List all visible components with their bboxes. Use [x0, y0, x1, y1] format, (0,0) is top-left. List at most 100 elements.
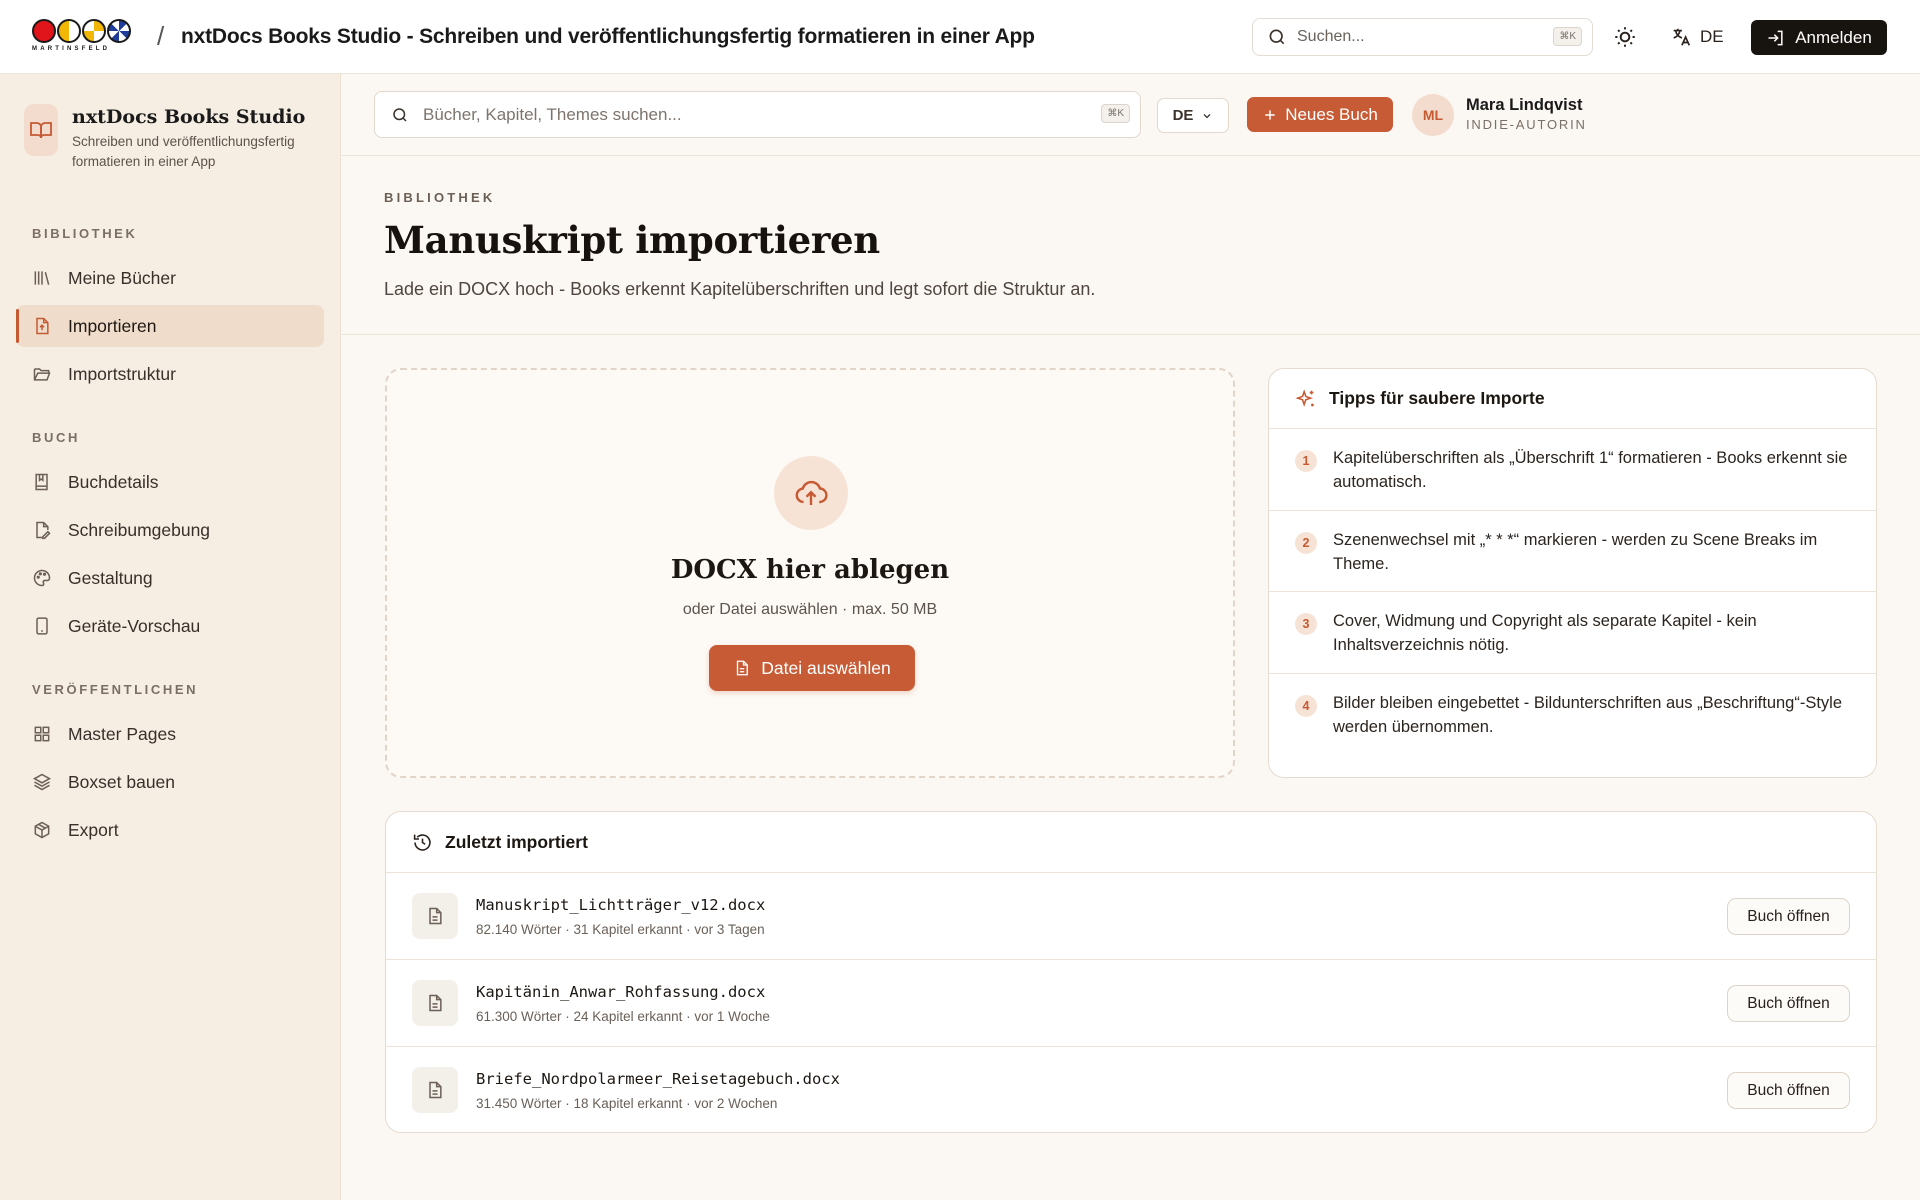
brand-name: nxtDocs Books Studio	[72, 106, 306, 128]
global-search-input[interactable]: Suchen... ⌘K	[1252, 18, 1593, 56]
sparkles-icon	[1295, 388, 1314, 407]
page-description: Lade ein DOCX hoch - Books erkennt Kapit…	[384, 279, 1096, 299]
folder-open-icon	[33, 368, 51, 381]
login-label: Anmelden	[1795, 27, 1872, 47]
tip-item: 1 Kapitelüberschriften als „Überschrift …	[1269, 429, 1876, 511]
user-role: INDIE-AUTORIN	[1466, 117, 1587, 132]
new-book-button[interactable]: Neues Buch	[1247, 97, 1393, 132]
open-book-button[interactable]: Buch öffnen	[1727, 1072, 1850, 1109]
recent-imports-card: Zuletzt importiert Manuskript_Lichtträge…	[385, 811, 1877, 1133]
sidebar-item-label: Schreibumgebung	[68, 519, 211, 540]
sidebar-item-schreibumgebung[interactable]: Schreibumgebung	[16, 509, 324, 551]
sidebar-item-label: Geräte-Vorschau	[68, 615, 201, 636]
sidebar-item-label: Importstruktur	[68, 363, 176, 384]
sidebar-item-label: Meine Bücher	[68, 267, 176, 288]
recent-header: Zuletzt importiert	[386, 812, 1876, 873]
sidebar-item-label: Gestaltung	[68, 567, 153, 588]
cloud-upload-icon	[774, 456, 848, 530]
library-icon	[34, 271, 50, 285]
grid-icon	[34, 726, 50, 742]
search-icon	[393, 107, 407, 122]
sidebar-item-gestaltung[interactable]: Gestaltung	[16, 557, 324, 599]
book-icon	[35, 473, 48, 491]
file-import-icon	[36, 317, 49, 335]
file-meta: 82.140 Wörter · 31 Kapitel erkannt · vor…	[476, 922, 765, 937]
tips-title: Tipps für saubere Importe	[1329, 388, 1545, 408]
dropzone-subtitle: oder Datei auswählen · max. 50 MB	[682, 601, 938, 618]
tip-number: 1	[1295, 450, 1317, 472]
library-search-input[interactable]: Bücher, Kapitel, Themes suchen... ⌘K	[374, 91, 1141, 138]
package-icon	[34, 821, 50, 839]
file-text-icon	[412, 893, 458, 939]
search-icon	[1269, 29, 1285, 45]
search-shortcut-badge: ⌘K	[1553, 27, 1582, 46]
logo-wordmark: MARTINSFELD	[32, 46, 111, 52]
sidebar-item-importieren[interactable]: Importieren	[16, 305, 324, 347]
select-file-label: Datei auswählen	[761, 657, 891, 678]
recent-title: Zuletzt importiert	[445, 831, 588, 852]
translate-icon	[1673, 28, 1691, 46]
logo-circles	[32, 19, 138, 43]
tip-item: 2 Szenenwechsel mit „* * *“ markieren - …	[1269, 511, 1876, 592]
tip-text: Cover, Widmung und Copyright als separat…	[1333, 612, 1757, 654]
language-switcher[interactable]: DE	[1670, 24, 1724, 50]
content-toolbar: Bücher, Kapitel, Themes suchen... ⌘K DE …	[342, 74, 1920, 156]
sidebar-item-label: Master Pages	[68, 723, 176, 744]
sidebar-item-boxset-bauen[interactable]: Boxset bauen	[16, 761, 324, 803]
tips-header: Tipps für saubere Importe	[1269, 369, 1876, 429]
open-book-button[interactable]: Buch öffnen	[1727, 985, 1850, 1022]
file-text-icon	[412, 980, 458, 1026]
sidebar-item-label: Buchdetails	[68, 471, 159, 492]
sidebar-item-meine-buecher[interactable]: Meine Bücher	[16, 257, 324, 299]
palette-icon	[33, 569, 51, 587]
search-placeholder: Bücher, Kapitel, Themes suchen...	[423, 104, 682, 124]
avatar[interactable]: ML	[1412, 94, 1454, 136]
file-name: Kapitänin_Anwar_Rohfassung.docx	[476, 983, 766, 1001]
login-icon	[1768, 30, 1783, 45]
nav-section-bibliothek: BIBLIOTHEK	[32, 226, 138, 241]
file-meta: 61.300 Wörter · 24 Kapitel erkannt · vor…	[476, 1009, 770, 1024]
login-button[interactable]: Anmelden	[1751, 20, 1887, 55]
sidebar-brand[interactable]: nxtDocs Books Studio Schreiben und veröf…	[24, 104, 312, 172]
brand-subtitle: Schreiben und veröffentlichungsfertig fo…	[72, 134, 295, 169]
sidebar-item-master-pages[interactable]: Master Pages	[16, 713, 324, 755]
dropzone-title: DOCX hier ablegen	[670, 555, 950, 585]
tip-text: Szenenwechsel mit „* * *“ markieren - we…	[1333, 530, 1818, 573]
file-name: Briefe_Nordpolarmeer_Reisetagebuch.docx	[476, 1070, 840, 1088]
sidebar-item-importstruktur[interactable]: Importstruktur	[16, 353, 324, 395]
plus-icon	[1265, 109, 1275, 120]
martinsfeld-logo[interactable]: MARTINSFELD	[32, 19, 138, 55]
sidebar-item-label: Export	[68, 819, 119, 840]
sidebar-item-export[interactable]: Export	[16, 809, 324, 851]
theme-toggle-button[interactable]	[1612, 24, 1638, 50]
user-name: Mara Lindqvist	[1466, 96, 1583, 114]
layers-icon	[32, 773, 52, 791]
sidebar-item-label: Boxset bauen	[68, 771, 176, 792]
open-book-button[interactable]: Buch öffnen	[1727, 898, 1850, 935]
table-row: Kapitänin_Anwar_Rohfassung.docx 61.300 W…	[386, 960, 1876, 1047]
app-title: nxtDocs Books Studio - Schreiben und ver…	[181, 25, 1035, 48]
docx-dropzone[interactable]: DOCX hier ablegen oder Datei auswählen ·…	[385, 368, 1235, 778]
language-select-value: DE	[1172, 107, 1194, 124]
chevron-down-icon	[1203, 113, 1211, 118]
sidebar-item-label: Importieren	[68, 315, 157, 336]
table-row: Briefe_Nordpolarmeer_Reisetagebuch.docx …	[386, 1047, 1876, 1132]
breadcrumb-separator: /	[157, 21, 165, 51]
table-row: Manuskript_Lichtträger_v12.docx 82.140 W…	[386, 873, 1876, 960]
top-bar: MARTINSFELD / nxtDocs Books Studio - Sch…	[0, 0, 1920, 74]
import-tips-card: Tipps für saubere Importe 1 Kapitelübers…	[1268, 368, 1877, 778]
language-label: DE	[1700, 27, 1724, 46]
page-header: BIBLIOTHEK Manuskript importieren Lade e…	[342, 156, 1920, 335]
search-shortcut-badge: ⌘K	[1101, 104, 1130, 123]
sidebar-item-geraete-vorschau[interactable]: Geräte-Vorschau	[16, 605, 324, 647]
sun-icon	[1615, 27, 1635, 47]
tip-number: 4	[1295, 694, 1317, 717]
select-file-button[interactable]: Datei auswählen	[709, 645, 915, 691]
file-name: Manuskript_Lichtträger_v12.docx	[476, 896, 766, 914]
page-title: Manuskript importieren	[384, 218, 880, 262]
search-placeholder: Suchen...	[1297, 28, 1365, 45]
tip-text: Bilder bleiben eingebettet - Bilduntersc…	[1333, 693, 1843, 736]
new-book-label: Neues Buch	[1285, 104, 1378, 124]
language-select[interactable]: DE	[1157, 98, 1229, 133]
sidebar-item-buchdetails[interactable]: Buchdetails	[16, 461, 324, 503]
